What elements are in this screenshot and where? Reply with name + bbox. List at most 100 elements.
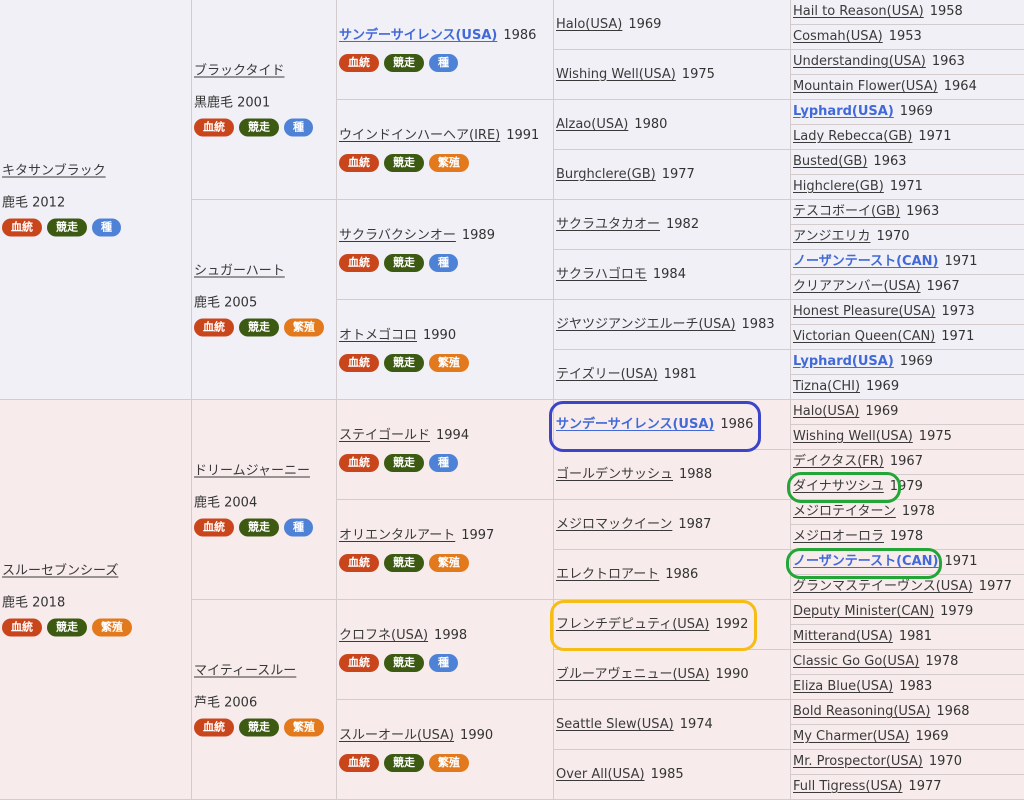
horse-name-link[interactable]: クリアアンバー(USA) (793, 279, 921, 294)
horse-name-link[interactable]: ゴールデンサッシュ (556, 467, 673, 482)
horse-name-link[interactable]: エレクトロアート (556, 567, 659, 582)
horse-name-link[interactable]: Highclere(GB) (793, 179, 884, 194)
badge-kyoso[interactable]: 競走 (384, 553, 424, 572)
badge-tane[interactable]: 種 (429, 453, 458, 472)
badge-ketto[interactable]: 血統 (194, 718, 234, 736)
horse-name-link[interactable]: Burghclere(GB) (556, 167, 656, 182)
horse-name-link[interactable]: ジヤツジアンジエルーチ(USA) (556, 317, 736, 332)
horse-name-link[interactable]: メジロマックイーン (556, 517, 672, 532)
horse-name-link[interactable]: Deputy Minister(CAN) (793, 604, 934, 619)
badge-ketto[interactable]: 血統 (339, 253, 379, 272)
horse-name-link[interactable]: サクラバクシンオー (339, 228, 456, 243)
horse-name-link[interactable]: Lyphard(USA) (793, 104, 894, 119)
badge-tane[interactable]: 種 (429, 53, 458, 72)
horse-name-link[interactable]: Halo(USA) (556, 17, 622, 32)
horse-name-link[interactable]: Wishing Well(USA) (556, 67, 676, 82)
horse-name-link[interactable]: ウインドインハーヘア(IRE) (339, 128, 500, 143)
badge-kyoso[interactable]: 競走 (239, 318, 279, 336)
horse-name-link[interactable]: ダイナサツシユ (793, 479, 884, 494)
horse-name-link[interactable]: マイティースルー (194, 663, 296, 678)
horse-name-link[interactable]: Bold Reasoning(USA) (793, 704, 930, 719)
horse-name-link[interactable]: キタサンブラック (2, 163, 106, 178)
horse-name-link[interactable]: Eliza Blue(USA) (793, 679, 893, 694)
badge-kyoso[interactable]: 競走 (384, 653, 424, 672)
horse-name-link[interactable]: Classic Go Go(USA) (793, 654, 919, 669)
horse-name-link[interactable]: Mitterand(USA) (793, 629, 893, 644)
badge-kyoso[interactable]: 競走 (384, 753, 424, 772)
badge-tane[interactable]: 種 (429, 653, 458, 672)
horse-name-link[interactable]: アンジエリカ (793, 229, 870, 244)
horse-name-link[interactable]: ノーザンテースト(CAN) (793, 554, 938, 569)
horse-name-link[interactable]: Understanding(USA) (793, 54, 926, 69)
horse-name-link[interactable]: Hail to Reason(USA) (793, 4, 924, 19)
badge-ketto[interactable]: 血統 (339, 653, 379, 672)
badge-kyoso[interactable]: 競走 (47, 218, 87, 236)
badge-tane[interactable]: 種 (92, 218, 121, 236)
horse-name-link[interactable]: Over All(USA) (556, 767, 645, 782)
badge-ketto[interactable]: 血統 (194, 318, 234, 336)
horse-name-link[interactable]: Tizna(CHI) (793, 379, 860, 394)
horse-name-link[interactable]: Lady Rebecca(GB) (793, 129, 912, 144)
badge-hanshoku[interactable]: 繁殖 (429, 353, 469, 372)
horse-name-link[interactable]: サクラハゴロモ (556, 267, 647, 282)
badge-hanshoku[interactable]: 繁殖 (284, 318, 324, 336)
badge-kyoso[interactable]: 競走 (239, 118, 279, 136)
horse-name-link[interactable]: オリエンタルアート (339, 528, 455, 543)
horse-name-link[interactable]: My Charmer(USA) (793, 729, 910, 744)
horse-name-link[interactable]: フレンチデピュティ(USA) (556, 617, 709, 632)
horse-name-link[interactable]: メジロオーロラ (793, 529, 884, 544)
badge-ketto[interactable]: 血統 (339, 353, 379, 372)
badge-kyoso[interactable]: 競走 (384, 253, 424, 272)
badge-kyoso[interactable]: 競走 (239, 718, 279, 736)
horse-name-link[interactable]: オトメゴコロ (339, 328, 417, 343)
badge-ketto[interactable]: 血統 (339, 53, 379, 72)
badge-hanshoku[interactable]: 繁殖 (429, 553, 469, 572)
horse-name-link[interactable]: スルーセブンシーズ (2, 563, 118, 578)
horse-name-link[interactable]: Cosmah(USA) (793, 29, 883, 44)
horse-name-link[interactable]: サンデーサイレンス(USA) (339, 28, 497, 43)
badge-ketto[interactable]: 血統 (339, 753, 379, 772)
horse-name-link[interactable]: スルーオール(USA) (339, 728, 454, 743)
horse-name-link[interactable]: グランマステイーヴンス(USA) (793, 579, 973, 594)
badge-hanshoku[interactable]: 繁殖 (429, 153, 469, 172)
horse-name-link[interactable]: Halo(USA) (793, 404, 859, 419)
horse-name-link[interactable]: ドリームジャーニー (194, 463, 310, 478)
badge-kyoso[interactable]: 競走 (384, 453, 424, 472)
badge-kyoso[interactable]: 競走 (384, 53, 424, 72)
horse-name-link[interactable]: Mr. Prospector(USA) (793, 754, 923, 769)
badge-ketto[interactable]: 血統 (339, 553, 379, 572)
badge-hanshoku[interactable]: 繁殖 (92, 618, 132, 636)
badge-tane[interactable]: 種 (284, 118, 313, 136)
badge-ketto[interactable]: 血統 (339, 453, 379, 472)
horse-name-link[interactable]: テイズリー(USA) (556, 367, 658, 382)
horse-name-link[interactable]: Lyphard(USA) (793, 354, 894, 369)
horse-name-link[interactable]: Wishing Well(USA) (793, 429, 913, 444)
horse-name-link[interactable]: Mountain Flower(USA) (793, 79, 938, 94)
badge-hanshoku[interactable]: 繁殖 (429, 753, 469, 772)
horse-name-link[interactable]: Honest Pleasure(USA) (793, 304, 936, 319)
horse-name-link[interactable]: ノーザンテースト(CAN) (793, 254, 938, 269)
badge-tane[interactable]: 種 (429, 253, 458, 272)
badge-hanshoku[interactable]: 繁殖 (284, 718, 324, 736)
badge-tane[interactable]: 種 (284, 518, 313, 536)
horse-name-link[interactable]: メジロテイターン (793, 504, 896, 519)
horse-name-link[interactable]: テスコボーイ(GB) (793, 204, 900, 219)
horse-name-link[interactable]: クロフネ(USA) (339, 628, 428, 643)
horse-name-link[interactable]: デイクタス(FR) (793, 454, 884, 469)
horse-name-link[interactable]: ステイゴールド (339, 428, 430, 443)
horse-name-link[interactable]: Victorian Queen(CAN) (793, 329, 935, 344)
badge-kyoso[interactable]: 競走 (384, 153, 424, 172)
horse-name-link[interactable]: サクラユタカオー (556, 217, 660, 232)
horse-name-link[interactable]: ブルーアヴェニュー(USA) (556, 667, 710, 682)
badge-ketto[interactable]: 血統 (194, 518, 234, 536)
badge-kyoso[interactable]: 競走 (239, 518, 279, 536)
horse-name-link[interactable]: Full Tigress(USA) (793, 779, 902, 794)
horse-name-link[interactable]: Alzao(USA) (556, 117, 628, 132)
badge-ketto[interactable]: 血統 (339, 153, 379, 172)
horse-name-link[interactable]: サンデーサイレンス(USA) (556, 417, 714, 432)
horse-name-link[interactable]: シュガーハート (194, 263, 285, 278)
badge-kyoso[interactable]: 競走 (47, 618, 87, 636)
horse-name-link[interactable]: ブラックタイド (194, 63, 284, 78)
horse-name-link[interactable]: Busted(GB) (793, 154, 867, 169)
badge-ketto[interactable]: 血統 (2, 618, 42, 636)
